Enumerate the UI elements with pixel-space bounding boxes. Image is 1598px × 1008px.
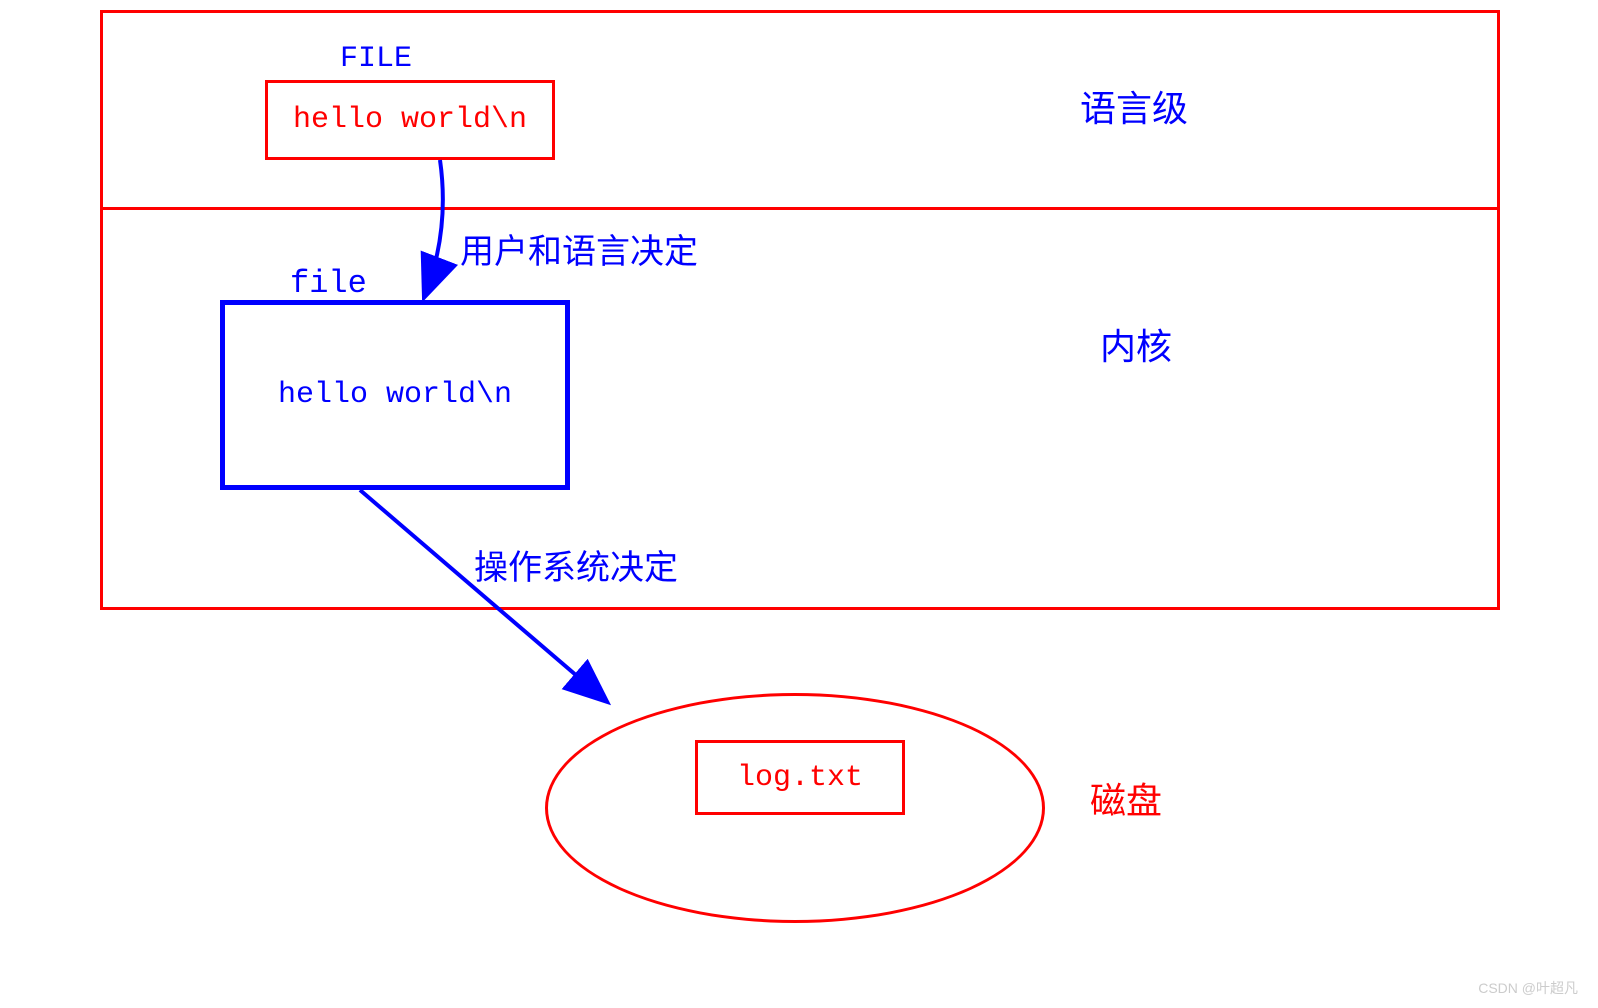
kernel-level-label: 内核 xyxy=(1100,318,1172,370)
file-label-lowercase: file xyxy=(290,265,367,302)
log-file-box: log.txt xyxy=(695,740,905,815)
kernel-buffer-box: hello world\n xyxy=(220,300,570,490)
arrow-label-os: 操作系统决定 xyxy=(474,540,678,589)
arrow-label-user-lang: 用户和语言决定 xyxy=(460,224,698,273)
kernel-buffer-text: hello world\n xyxy=(278,378,512,412)
log-filename: log.txt xyxy=(737,761,863,795)
watermark: CSDN @叶超凡 xyxy=(1478,978,1578,998)
language-level-label: 语言级 xyxy=(1080,80,1188,132)
language-buffer-text: hello world\n xyxy=(293,103,527,137)
file-label-uppercase: FILE xyxy=(340,42,412,76)
disk-label: 磁盘 xyxy=(1090,772,1162,824)
language-buffer-box: hello world\n xyxy=(265,80,555,160)
